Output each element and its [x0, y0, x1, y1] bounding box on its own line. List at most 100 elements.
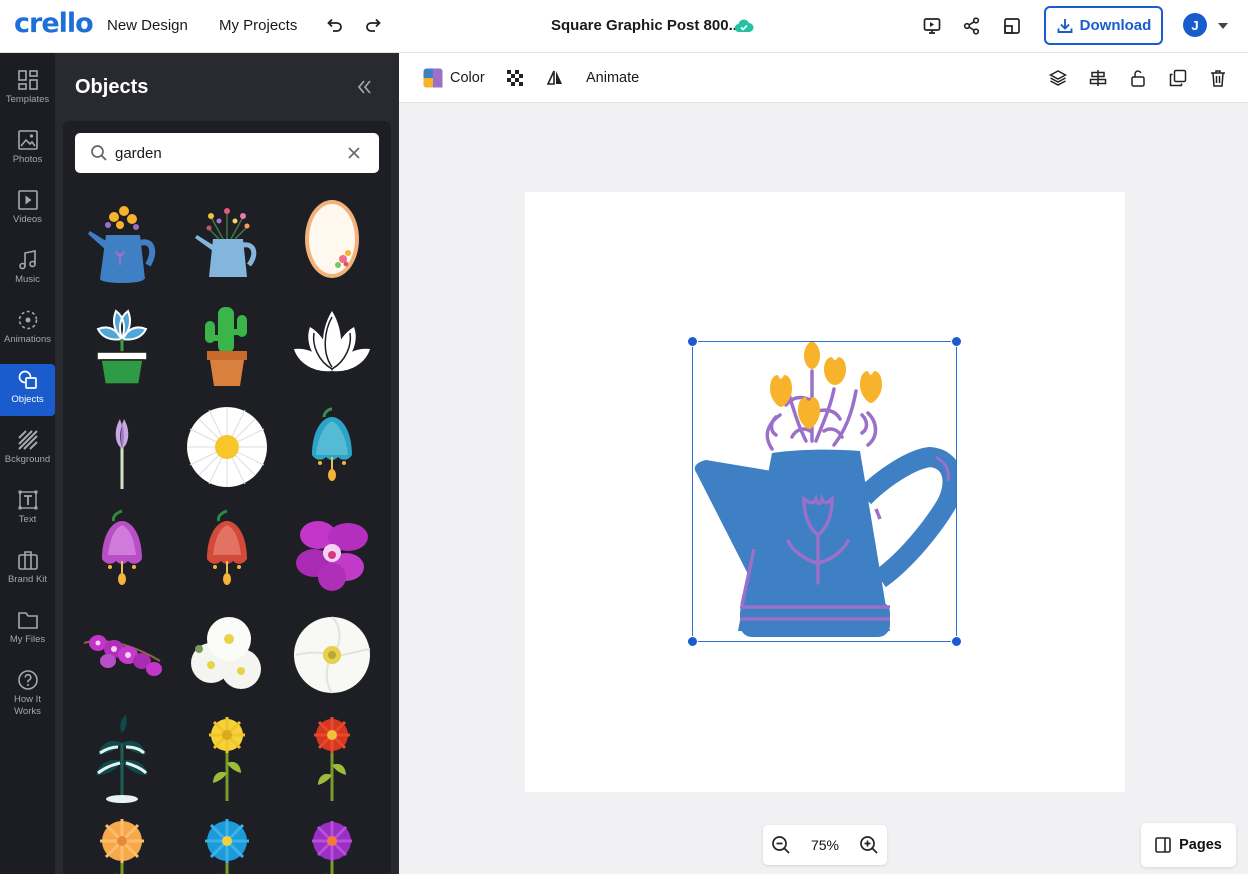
rail-item-text[interactable]: Text [0, 484, 55, 540]
download-label: Download [1079, 17, 1152, 34]
duplicate-icon[interactable] [1169, 67, 1187, 89]
rail-label: Text [18, 514, 37, 525]
rail-label: How It Works [14, 694, 41, 717]
object-thumbnail[interactable] [288, 193, 376, 285]
animate-button[interactable]: Animate [586, 67, 639, 89]
new-design-link[interactable]: New Design [107, 17, 188, 34]
preview-icon[interactable] [920, 14, 944, 38]
object-thumbnail[interactable] [288, 297, 376, 389]
object-thumbnail[interactable] [78, 609, 166, 701]
object-thumbnail[interactable] [183, 193, 271, 285]
zoom-in-icon[interactable] [859, 835, 879, 855]
pages-label: Pages [1179, 837, 1222, 853]
object-thumbnail[interactable] [78, 401, 166, 493]
resize-handle-top-right[interactable] [951, 336, 962, 347]
brand-kit-icon [17, 551, 38, 570]
rail-item-how-it-works[interactable]: How It Works [0, 664, 55, 728]
left-rail: Templates Photos Videos Music Animations… [0, 53, 55, 874]
transparency-icon[interactable] [506, 67, 524, 89]
music-icon [18, 250, 36, 270]
resize-icon[interactable] [1000, 14, 1024, 38]
object-thumbnail[interactable] [78, 817, 166, 874]
layers-icon[interactable] [1049, 67, 1067, 89]
rail-item-brand-kit[interactable]: Brand Kit [0, 544, 55, 600]
help-icon [17, 670, 38, 690]
element-toolbar: Color Animate [399, 53, 1248, 103]
color-button[interactable]: Color [423, 67, 485, 89]
rail-item-background[interactable]: Bckground [0, 424, 55, 480]
object-thumbnail[interactable] [183, 609, 271, 701]
object-thumbnail[interactable] [78, 713, 166, 805]
object-thumbnail[interactable] [183, 505, 271, 597]
pages-button[interactable]: Pages [1141, 823, 1236, 867]
clear-search-icon[interactable] [348, 147, 360, 159]
photos-icon [17, 130, 38, 150]
object-thumbnail[interactable] [288, 401, 376, 493]
search-icon [91, 145, 107, 161]
animations-icon [18, 310, 37, 330]
rail-label: Videos [13, 214, 42, 225]
rail-label: Templates [5, 94, 50, 105]
redo-icon[interactable] [362, 14, 386, 38]
rail-item-templates[interactable]: Templates [0, 64, 55, 120]
object-thumbnail[interactable] [288, 609, 376, 701]
rail-label: Animations [4, 334, 51, 345]
account-caret-icon[interactable] [1218, 23, 1228, 29]
rail-item-videos[interactable]: Videos [0, 184, 55, 240]
search-box[interactable] [75, 133, 379, 173]
pages-panel-icon [1155, 837, 1171, 853]
object-thumbnail[interactable] [78, 297, 166, 389]
rail-label: Bckground [4, 454, 51, 465]
rail-label: Objects [11, 394, 44, 405]
resize-handle-bottom-right[interactable] [951, 636, 962, 647]
folder-icon [17, 612, 38, 629]
videos-icon [17, 190, 38, 210]
crello-logo[interactable]: crello [14, 8, 94, 39]
rail-item-my-files[interactable]: My Files [0, 604, 55, 660]
color-swatch-icon [423, 68, 443, 88]
rail-item-animations[interactable]: Animations [0, 304, 55, 360]
resize-handle-top-left[interactable] [687, 336, 698, 347]
rail-item-objects[interactable]: Objects [0, 364, 55, 416]
rail-label: Music [15, 274, 40, 285]
rail-label: Brand Kit [7, 574, 48, 585]
top-header: crello New Design My Projects Square Gra… [0, 0, 1248, 53]
object-thumbnail[interactable] [78, 193, 166, 285]
objects-results [63, 121, 391, 874]
object-thumbnail[interactable] [288, 505, 376, 597]
zoom-control: 75% [763, 825, 887, 865]
object-thumbnail[interactable] [183, 297, 271, 389]
objects-panel: Objects [55, 53, 399, 874]
undo-icon[interactable] [322, 14, 346, 38]
resize-handle-bottom-left[interactable] [687, 636, 698, 647]
zoom-out-icon[interactable] [771, 835, 791, 855]
object-thumbnail[interactable] [78, 505, 166, 597]
avatar[interactable]: J [1183, 13, 1207, 37]
rail-label: Photos [12, 154, 43, 165]
object-thumbnail[interactable] [288, 817, 376, 874]
delete-icon[interactable] [1209, 67, 1227, 89]
object-thumbnail[interactable] [288, 713, 376, 805]
object-thumbnail[interactable] [183, 713, 271, 805]
panel-title: Objects [75, 76, 149, 98]
my-projects-link[interactable]: My Projects [219, 17, 297, 34]
text-icon [18, 490, 37, 510]
object-thumbnail[interactable] [183, 401, 271, 493]
background-icon [17, 430, 38, 450]
rail-item-music[interactable]: Music [0, 244, 55, 300]
selection-box[interactable] [692, 341, 957, 642]
design-title[interactable]: Square Graphic Post 800... [551, 17, 741, 34]
search-input[interactable] [115, 142, 335, 164]
flip-icon[interactable] [546, 67, 564, 89]
object-thumbnail[interactable] [183, 817, 271, 874]
rail-label: My Files [9, 634, 46, 645]
rail-item-photos[interactable]: Photos [0, 124, 55, 180]
download-button[interactable]: Download [1044, 6, 1163, 45]
share-icon[interactable] [960, 14, 984, 38]
templates-icon [17, 70, 38, 90]
cloud-saved-icon [732, 14, 756, 38]
unlock-icon[interactable] [1129, 67, 1147, 89]
collapse-panel-icon[interactable] [354, 77, 374, 97]
align-icon[interactable] [1089, 67, 1107, 89]
zoom-level[interactable]: 75% [811, 837, 839, 853]
